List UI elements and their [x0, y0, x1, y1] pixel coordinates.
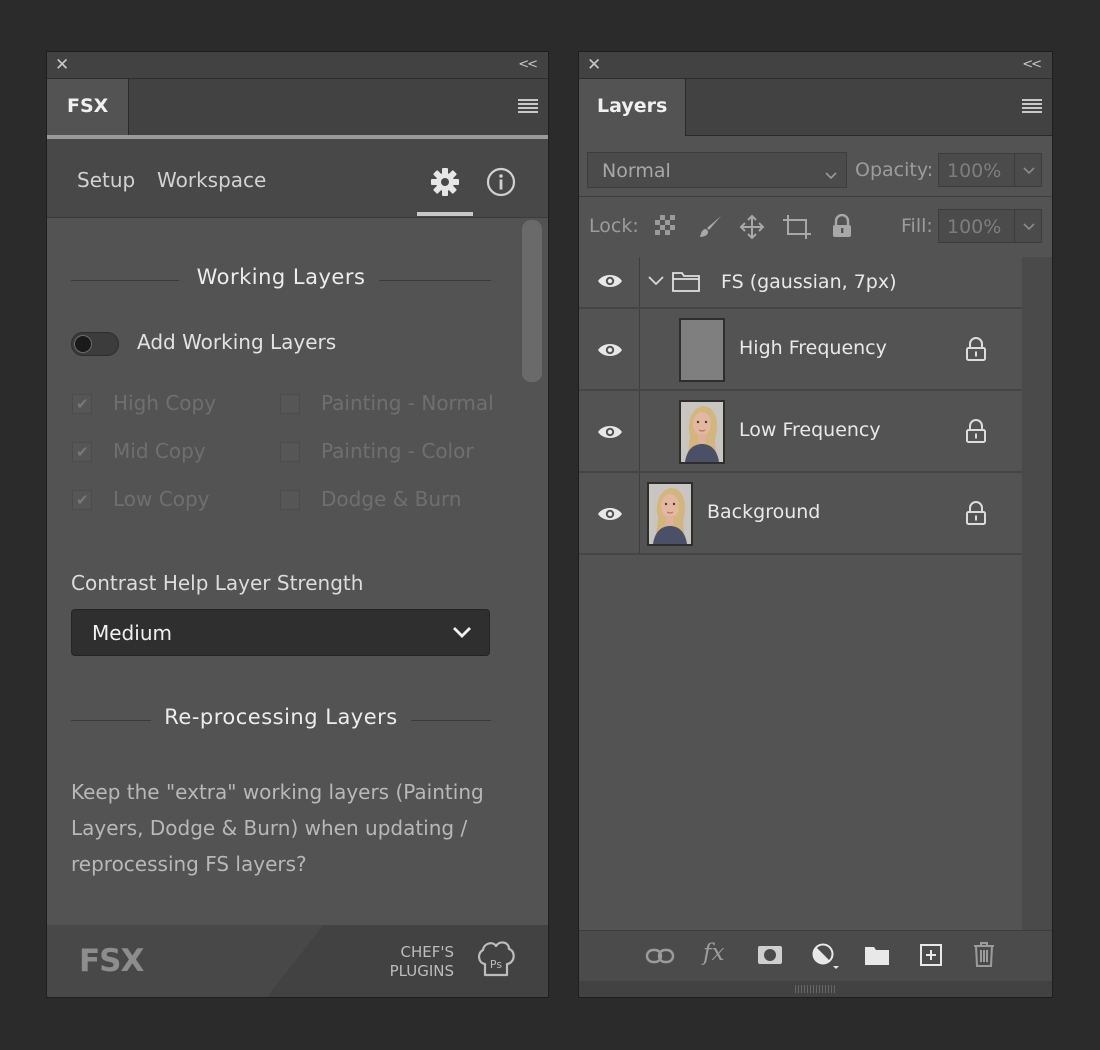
opacity-input[interactable]: 100%	[938, 153, 1018, 187]
lock-image-pixels-icon[interactable]	[697, 214, 723, 244]
chefs-plugins-text: CHEF'S PLUGINS	[389, 943, 454, 980]
checkbox-label: High Copy	[113, 391, 217, 415]
chef-hat-icon[interactable]: Ps	[474, 937, 518, 985]
layer-row-high-frequency[interactable]: High Frequency	[579, 309, 1022, 391]
chevron-down-icon	[824, 166, 838, 185]
layer-name: Background	[707, 501, 821, 523]
checkbox-painting-normal[interactable]	[280, 394, 302, 416]
working-layers-heading: Working Layers	[71, 265, 491, 295]
layer-thumbnail-portrait[interactable]	[679, 400, 725, 464]
layers-collapse-button[interactable]: <<	[1022, 55, 1042, 75]
eye-icon[interactable]	[597, 505, 623, 527]
layers-panel: ✕ << Layers Normal Opacity: 100% Lock: F…	[578, 51, 1053, 998]
chevron-down-icon[interactable]	[647, 273, 665, 292]
reprocessing-heading: Re-processing Layers	[71, 705, 491, 735]
contrast-strength-label: Contrast Help Layer Strength	[71, 571, 364, 595]
layer-row-group[interactable]: FS (gaussian, 7px)	[579, 257, 1022, 309]
layer-thumbnail-portrait[interactable]	[647, 482, 693, 546]
add-working-layers-toggle[interactable]	[71, 332, 119, 356]
blend-mode-value: Normal	[602, 160, 671, 182]
checkbox-high-copy[interactable]: ✔	[72, 394, 94, 416]
fill-input[interactable]: 100%	[938, 209, 1018, 243]
trash-icon[interactable]	[973, 941, 995, 971]
working-layers-title: Working Layers	[196, 265, 366, 289]
layers-close-button[interactable]: ✕	[587, 54, 601, 76]
folder-icon[interactable]	[864, 944, 890, 970]
adjustment-layer-icon[interactable]	[811, 943, 839, 975]
layers-resize-bar[interactable]	[579, 981, 1052, 997]
fsx-panel: ✕ << FSX Setup Workspace Working Layers …	[46, 51, 549, 998]
eye-icon[interactable]	[597, 423, 623, 445]
fsx-collapse-button[interactable]: <<	[518, 55, 538, 75]
layers-panel-menu-icon[interactable]	[1022, 99, 1042, 113]
fill-dropdown-button[interactable]	[1014, 209, 1042, 243]
gear-icon[interactable]	[430, 167, 460, 201]
checkbox-painting-color[interactable]	[280, 442, 302, 464]
fill-value: 100%	[947, 216, 1002, 238]
opacity-dropdown-button[interactable]	[1014, 153, 1042, 187]
opacity-label: Opacity:	[855, 159, 934, 181]
divider	[579, 196, 1052, 197]
checkbox-mid-copy[interactable]: ✔	[72, 442, 94, 464]
lock-icon[interactable]	[965, 501, 987, 529]
layers-scrollbar[interactable]	[1022, 257, 1052, 933]
reprocessing-description: Keep the "extra" working layers (Paintin…	[71, 780, 484, 876]
tab-fsx[interactable]: FSX	[47, 79, 130, 136]
lock-label: Lock:	[589, 215, 639, 237]
lock-icon[interactable]	[965, 337, 987, 365]
link-icon[interactable]	[645, 946, 675, 970]
fsx-titlebar: ✕ <<	[47, 52, 548, 79]
layers-tabbar: Layers	[579, 79, 1052, 136]
fsx-tabbar: FSX	[47, 79, 548, 136]
info-icon[interactable]	[486, 167, 516, 201]
opacity-value: 100%	[947, 160, 1002, 182]
contrast-strength-value: Medium	[92, 621, 172, 645]
mask-icon[interactable]	[757, 945, 783, 969]
lock-icon[interactable]	[965, 419, 987, 447]
blend-mode-select[interactable]: Normal	[587, 152, 847, 188]
layer-row-low-frequency[interactable]: Low Frequency	[579, 391, 1022, 473]
folder-icon	[672, 270, 700, 296]
eye-icon[interactable]	[597, 341, 623, 363]
fsx-scrollbar-thumb[interactable]	[522, 220, 542, 382]
tab-layers[interactable]: Layers	[579, 79, 687, 136]
layer-name: FS (gaussian, 7px)	[721, 271, 897, 293]
layers-titlebar: ✕ <<	[579, 52, 1052, 79]
checkbox-low-copy[interactable]: ✔	[72, 490, 94, 512]
checkbox-label: Painting - Color	[321, 439, 474, 463]
fsx-navigation: Setup Workspace	[47, 139, 548, 218]
checkbox-label: Painting - Normal	[321, 391, 494, 415]
nav-setup[interactable]: Setup	[77, 168, 135, 192]
lock-artboard-icon[interactable]	[783, 214, 811, 244]
checkbox-label: Mid Copy	[113, 439, 206, 463]
fsx-logo: FSX	[79, 943, 144, 979]
new-layer-icon[interactable]	[919, 943, 943, 971]
lock-all-icon[interactable]	[831, 213, 853, 242]
chevron-down-icon	[451, 624, 473, 644]
checkbox-label: Dodge & Burn	[321, 487, 462, 511]
lock-transparent-pixels-icon[interactable]	[654, 214, 676, 240]
layers-footer-toolbar: fx	[579, 930, 1052, 981]
lock-position-icon[interactable]	[739, 214, 765, 244]
checkbox-dodge-burn[interactable]	[280, 490, 302, 512]
layer-name: Low Frequency	[739, 419, 881, 441]
svg-text:Ps: Ps	[490, 958, 502, 971]
checkbox-label: Low Copy	[113, 487, 210, 511]
contrast-strength-dropdown[interactable]: Medium	[71, 609, 490, 656]
fill-label: Fill:	[901, 215, 933, 237]
fsx-panel-menu-icon[interactable]	[518, 99, 538, 113]
layer-name: High Frequency	[739, 337, 887, 359]
add-working-layers-label: Add Working Layers	[137, 330, 337, 354]
fx-icon[interactable]: fx	[703, 940, 724, 966]
fsx-footer: FSX CHEF'S PLUGINS Ps	[47, 925, 548, 997]
eye-icon[interactable]	[597, 272, 623, 294]
layers-list: FS (gaussian, 7px) High Frequency Low Fr…	[579, 257, 1022, 933]
nav-workspace[interactable]: Workspace	[157, 168, 266, 192]
reprocessing-title: Re-processing Layers	[164, 705, 398, 729]
layer-thumbnail[interactable]	[679, 318, 725, 382]
fsx-close-button[interactable]: ✕	[55, 54, 69, 76]
layer-row-background[interactable]: Background	[579, 473, 1022, 555]
nav-active-indicator	[417, 212, 473, 216]
